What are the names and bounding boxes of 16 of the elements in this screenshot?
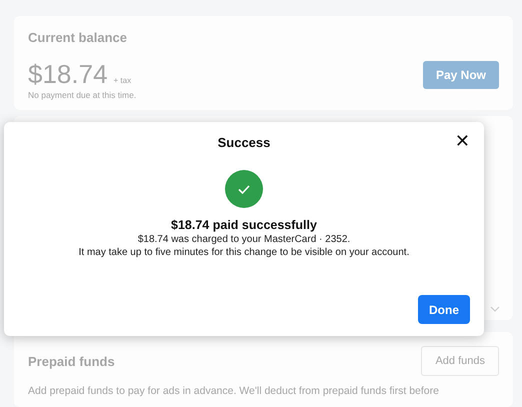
close-button[interactable]: ✕ [454, 133, 470, 151]
chevron-down-icon[interactable] [490, 305, 500, 313]
dialog-text: $18.74 was charged to your MasterCard · 2352. [138, 234, 350, 245]
success-heading: $18.74 paid successfully [171, 218, 317, 232]
dialog-text: It may take up to five minutes for this change to be visible on your account. [78, 247, 410, 258]
add-funds-button[interactable]: Add funds [421, 346, 499, 376]
done-button[interactable]: Done [418, 295, 470, 324]
card-title: Current balance [28, 30, 128, 45]
dialog-title: Success [218, 135, 270, 150]
success-check-icon [225, 170, 263, 208]
payment-note: No payment due at this time. [28, 90, 138, 100]
prepaid-description: Add prepaid funds to pay for ads in advance. We'll deduct from prepaid funds first before [28, 385, 440, 397]
pay-now-button[interactable]: Pay Now [422, 60, 499, 88]
tax-note: + tax [114, 76, 132, 85]
balance-amount: $18.74 [28, 59, 108, 90]
card-title: Prepaid funds [28, 354, 115, 368]
